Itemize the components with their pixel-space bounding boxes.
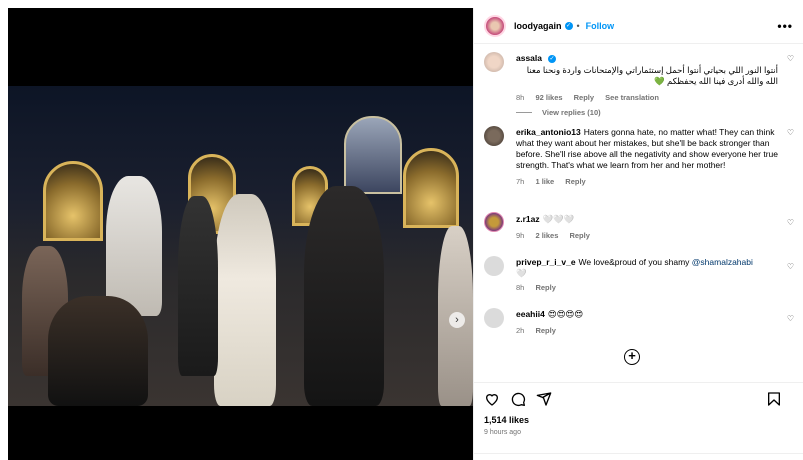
carousel-next-button[interactable]: › [449, 312, 465, 328]
post-actions: 1,514 likes 9 hours ago [474, 382, 803, 460]
follow-button[interactable]: Follow [586, 21, 615, 31]
separator-dot: • [576, 20, 580, 31]
comment-item: z.r1az 🤍🤍🤍 9h 2 likes Reply ♡ [484, 212, 794, 248]
comment-time: 8h [516, 283, 525, 292]
author-avatar[interactable] [484, 14, 506, 37]
guest-figure [106, 176, 162, 316]
comment-heart-icon[interactable]: ♡ [787, 314, 794, 323]
post-header: loodyagain ✓ • Follow ••• [474, 8, 803, 44]
add-circle-icon[interactable]: + [624, 349, 640, 365]
stage-screen [344, 116, 402, 194]
comment-avatar[interactable] [484, 308, 504, 328]
comment-item: erika_antonio13 Haters gonna hate, no mat… [484, 126, 794, 206]
comment-item: eeahii4 😍😍😍😍 2h Reply ♡ [484, 308, 794, 342]
mention-link[interactable]: @shamalzahabi [692, 257, 753, 267]
comment-username[interactable]: z.r1az [516, 214, 540, 224]
comment-text: privep_r_i_v_e We love&proud of you shamy… [516, 257, 778, 293]
bride-figure [214, 194, 276, 406]
comment-time: 8h [516, 93, 525, 102]
reply-button[interactable]: Reply [574, 93, 594, 102]
comment-meta: 7h 1 like Reply [516, 176, 778, 187]
comment-emoji: 🤍 [516, 268, 527, 278]
comment-item: privep_r_i_v_e We love&proud of you shamy… [484, 256, 794, 298]
comment-meta: 2h Reply [516, 325, 778, 336]
comment-username[interactable]: erika_antonio13 [516, 127, 581, 137]
comment-meta: 8h Reply [516, 282, 778, 293]
comment-text: أنتوا النور اللي بحياتي أنتوا أحمل إستثم… [526, 65, 778, 86]
post-media: › [8, 8, 473, 460]
reply-button[interactable]: Reply [569, 231, 589, 240]
comment-avatar[interactable] [484, 212, 504, 232]
heart-icon[interactable] [484, 391, 500, 407]
comment-text: eeahii4 😍😍😍😍 2h Reply [516, 309, 778, 336]
comment-time: 2h [516, 326, 525, 335]
comment-avatar[interactable] [484, 52, 504, 72]
comment-username[interactable]: privep_r_i_v_e [516, 257, 576, 267]
comment-time: 7h [516, 177, 525, 186]
comment-heart-icon[interactable]: ♡ [787, 262, 794, 271]
comment-likes[interactable]: 92 likes [535, 93, 562, 102]
share-icon[interactable] [536, 391, 552, 407]
comment-text: erika_antonio13 Haters gonna hate, no mat… [516, 127, 778, 187]
add-comment-bar[interactable] [474, 453, 803, 460]
comment-text: z.r1az 🤍🤍🤍 9h 2 likes Reply [516, 214, 778, 241]
verified-badge-icon: ✓ [564, 21, 573, 30]
reply-button[interactable]: Reply [535, 283, 555, 292]
comment-meta: 9h 2 likes Reply [516, 230, 778, 241]
comment-time: 9h [516, 231, 525, 240]
comment-icon[interactable] [510, 391, 526, 407]
post-time[interactable]: 9 hours ago [484, 429, 521, 436]
comment-username[interactable]: eeahii4 [516, 309, 545, 319]
comment-likes[interactable]: 2 likes [535, 231, 558, 240]
guest-figure [48, 296, 148, 406]
guest-figure [178, 196, 218, 376]
author-username[interactable]: loodyagain [514, 21, 562, 31]
comment-heart-icon[interactable]: ♡ [787, 128, 794, 137]
post-photo: › [8, 86, 473, 406]
groom-figure [304, 186, 384, 406]
comment-heart-icon[interactable]: ♡ [787, 218, 794, 227]
comment-username[interactable]: assala [516, 53, 542, 63]
more-options-icon[interactable]: ••• [777, 19, 793, 33]
decor-arch [43, 161, 103, 241]
comment-meta: 8h 92 likes Reply See translation [516, 92, 778, 103]
reply-button[interactable]: Reply [565, 177, 585, 186]
comment-avatar[interactable] [484, 256, 504, 276]
comment-likes[interactable]: 1 like [535, 177, 554, 186]
comment-avatar[interactable] [484, 126, 504, 146]
see-translation-button[interactable]: See translation [605, 93, 659, 102]
reply-button[interactable]: Reply [535, 326, 555, 335]
likes-count[interactable]: 1,514 likes [484, 415, 529, 425]
view-replies-button[interactable]: View replies (10) [516, 108, 601, 117]
post-side-panel: loodyagain ✓ • Follow ••• assala ✓ أنتوا … [473, 8, 803, 460]
decor-arch [403, 148, 459, 228]
verified-badge-icon: ✓ [548, 54, 556, 63]
comment-heart-icon[interactable]: ♡ [787, 54, 794, 63]
bookmark-icon[interactable] [766, 391, 782, 407]
